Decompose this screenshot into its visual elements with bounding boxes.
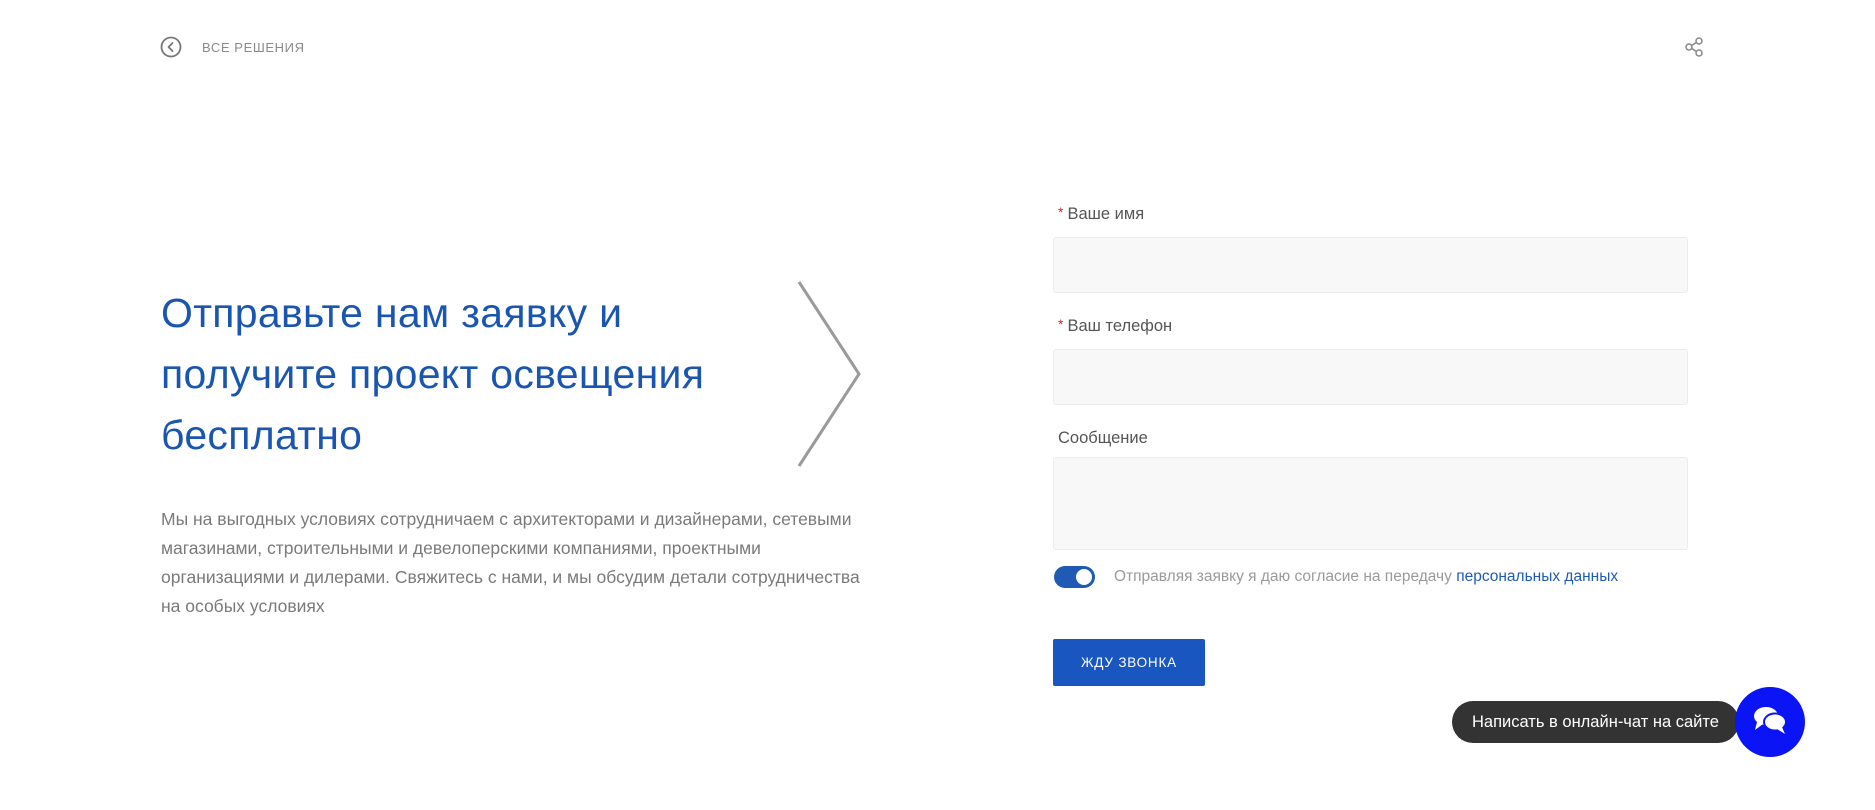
- chat-button[interactable]: [1735, 687, 1805, 757]
- name-label-text: Ваше имя: [1067, 205, 1145, 223]
- share-icon[interactable]: [1683, 36, 1705, 58]
- required-mark: *: [1058, 204, 1064, 220]
- consent-text: Отправляя заявку я даю согласие на перед…: [1114, 568, 1618, 586]
- consent-text-body: Отправляя заявку я даю согласие на перед…: [1114, 568, 1452, 585]
- submit-button[interactable]: ЖДУ ЗВОНКА: [1053, 639, 1205, 686]
- back-to-solutions-link[interactable]: ВСЕ РЕШЕНИЯ: [160, 36, 305, 58]
- message-field-label: Сообщение: [1053, 429, 1688, 457]
- phone-input[interactable]: [1053, 349, 1688, 405]
- chevron-right-icon: [797, 281, 861, 467]
- phone-field-label: * Ваш телефон: [1053, 316, 1688, 345]
- name-field-label: * Ваше имя: [1053, 204, 1688, 233]
- consent-row: Отправляя заявку я даю согласие на перед…: [1053, 565, 1688, 589]
- message-textarea[interactable]: [1053, 457, 1688, 550]
- personal-data-link[interactable]: персональных данных: [1456, 568, 1618, 585]
- online-chat-prompt[interactable]: Написать в онлайн-чат на сайте: [1452, 701, 1739, 743]
- consent-toggle[interactable]: [1054, 566, 1095, 588]
- chat-bubbles-icon: [1752, 705, 1788, 740]
- toggle-knob: [1076, 569, 1092, 585]
- request-form: * Ваше имя * Ваш телефон Сообщение Отправл…: [1053, 204, 1688, 686]
- name-input[interactable]: [1053, 237, 1688, 293]
- page-title: Отправьте нам заявку и получите проект о…: [161, 290, 705, 458]
- back-link-label: ВСЕ РЕШЕНИЯ: [202, 39, 305, 55]
- required-mark: *: [1058, 316, 1064, 332]
- back-circle-icon: [160, 36, 182, 58]
- phone-label-text: Ваш телефон: [1067, 317, 1173, 335]
- hero-description: Мы на выгодных условиях сотрудничаем с а…: [161, 509, 860, 616]
- message-label-text: Сообщение: [1058, 429, 1148, 447]
- top-bar: ВСЕ РЕШЕНИЯ: [160, 36, 1705, 60]
